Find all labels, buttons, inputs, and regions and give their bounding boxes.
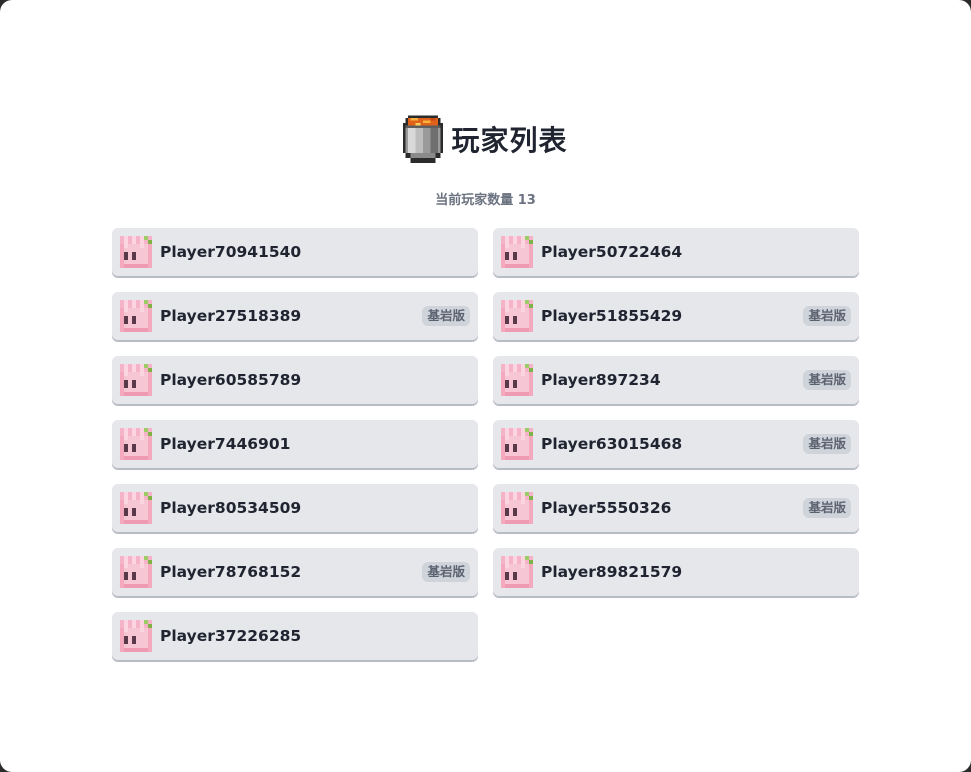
player-name: Player80534509 bbox=[160, 499, 302, 517]
player-avatar bbox=[501, 236, 533, 268]
lava-bucket-icon bbox=[403, 115, 444, 163]
player-avatar bbox=[120, 300, 152, 332]
player-card[interactable]: Player63015468 基岩版 bbox=[493, 420, 859, 468]
player-avatar bbox=[120, 492, 152, 524]
player-card[interactable]: Player89821579 bbox=[493, 548, 859, 596]
player-card[interactable]: Player7446901 bbox=[112, 420, 478, 468]
bedrock-badge: 基岩版 bbox=[422, 562, 470, 582]
player-card[interactable]: Player60585789 bbox=[112, 356, 478, 404]
player-avatar bbox=[120, 556, 152, 588]
player-card[interactable]: Player5550326 基岩版 bbox=[493, 484, 859, 532]
player-grid: Player70941540 Player50722464 Player2751… bbox=[112, 228, 859, 660]
player-card[interactable]: Player70941540 bbox=[112, 228, 478, 276]
player-avatar bbox=[501, 364, 533, 396]
player-name: Player51855429 bbox=[541, 307, 683, 325]
player-card[interactable]: Player78768152 基岩版 bbox=[112, 548, 478, 596]
bedrock-badge: 基岩版 bbox=[803, 434, 851, 454]
bedrock-badge: 基岩版 bbox=[422, 306, 470, 326]
page-header: 玩家列表 bbox=[0, 114, 971, 164]
bedrock-badge: 基岩版 bbox=[803, 498, 851, 518]
player-avatar bbox=[501, 428, 533, 460]
player-name: Player70941540 bbox=[160, 243, 302, 261]
player-avatar bbox=[120, 236, 152, 268]
player-card[interactable]: Player51855429 基岩版 bbox=[493, 292, 859, 340]
player-card[interactable]: Player80534509 bbox=[112, 484, 478, 532]
player-avatar bbox=[120, 428, 152, 460]
player-card[interactable]: Player50722464 bbox=[493, 228, 859, 276]
player-card[interactable]: Player37226285 bbox=[112, 612, 478, 660]
player-name: Player27518389 bbox=[160, 307, 302, 325]
player-name: Player63015468 bbox=[541, 435, 683, 453]
player-avatar bbox=[120, 620, 152, 652]
player-avatar bbox=[501, 300, 533, 332]
player-name: Player5550326 bbox=[541, 499, 672, 517]
bedrock-badge: 基岩版 bbox=[803, 306, 851, 326]
player-name: Player37226285 bbox=[160, 627, 302, 645]
page-title: 玩家列表 bbox=[451, 124, 568, 157]
player-avatar bbox=[120, 364, 152, 396]
player-card[interactable]: Player897234 基岩版 bbox=[493, 356, 859, 404]
player-avatar bbox=[501, 492, 533, 524]
player-name: Player50722464 bbox=[541, 243, 683, 261]
player-name: Player60585789 bbox=[160, 371, 302, 389]
player-name: Player897234 bbox=[541, 371, 661, 389]
player-avatar bbox=[501, 556, 533, 588]
player-name: Player78768152 bbox=[160, 563, 302, 581]
player-card[interactable]: Player27518389 基岩版 bbox=[112, 292, 478, 340]
bedrock-badge: 基岩版 bbox=[803, 370, 851, 390]
player-name: Player89821579 bbox=[541, 563, 683, 581]
player-list-window: 玩家列表 当前玩家数量 13 Player70941540 Player5072… bbox=[0, 0, 971, 772]
player-count: 当前玩家数量 13 bbox=[435, 193, 536, 208]
player-name: Player7446901 bbox=[160, 435, 291, 453]
